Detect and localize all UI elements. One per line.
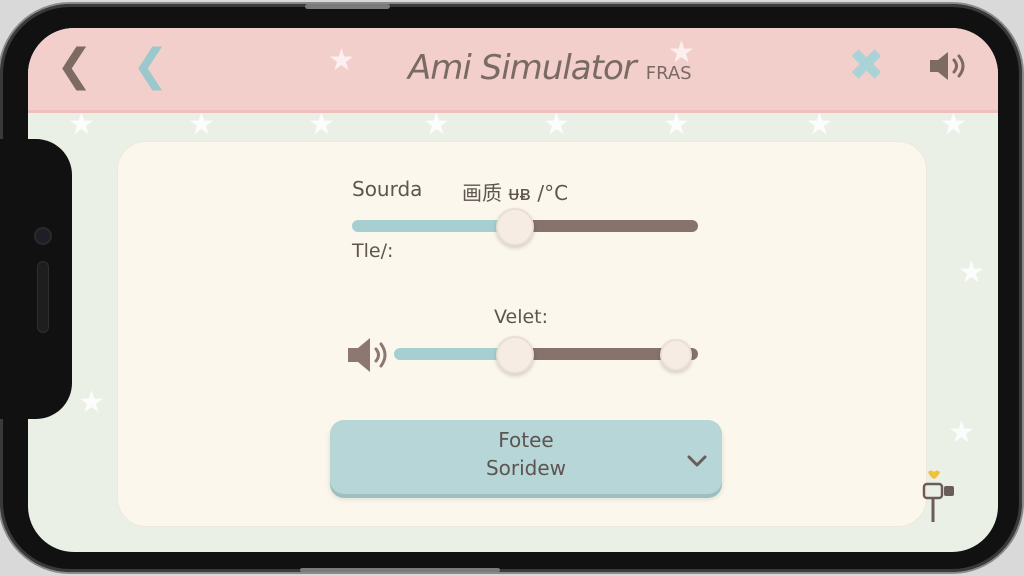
chevron-down-icon xyxy=(687,455,707,467)
chevron-left-icon[interactable]: ❮ xyxy=(56,44,93,88)
star-decoration: ★ xyxy=(663,107,690,142)
star-decoration: ★ xyxy=(543,107,570,142)
quality-label: 画质 ᵾᴃ /°C xyxy=(462,181,569,205)
slider-knob-end[interactable] xyxy=(660,339,692,371)
star-decoration: ★ xyxy=(328,43,355,78)
slider-knob[interactable] xyxy=(496,336,534,374)
app-screen: ★ ★ ★ ★ ★ ★ ★ ★ ★ ★ ★ ★ ★ ❮ ❮ Ami Simula… xyxy=(28,28,998,552)
earpiece-speaker xyxy=(38,262,48,332)
tie-label: Tle/: xyxy=(352,240,394,262)
star-decoration: ★ xyxy=(958,255,985,290)
speaker-icon[interactable] xyxy=(928,48,970,92)
source-label: Sourda xyxy=(352,177,423,201)
settings-panel: Sourda 画质 ᵾᴃ /°C Tle/: Velet: Fotee Sori… xyxy=(118,142,926,526)
dropdown-label: Fotee xyxy=(498,428,554,452)
volume-button xyxy=(300,568,500,572)
slider-knob[interactable] xyxy=(496,208,534,246)
star-decoration: ★ xyxy=(188,107,215,142)
title-suffix: FRAS xyxy=(645,63,692,84)
chevron-left-icon[interactable]: ❮ xyxy=(132,44,169,88)
mode-dropdown[interactable]: Fotee Soridew xyxy=(330,420,722,494)
camera-icon xyxy=(36,229,50,243)
dropdown-value: Soridew xyxy=(485,456,567,480)
speaker-icon xyxy=(346,336,394,378)
star-decoration: ★ xyxy=(948,415,975,450)
phone-frame: ★ ★ ★ ★ ★ ★ ★ ★ ★ ★ ★ ★ ★ ❮ ❮ Ami Simula… xyxy=(0,4,1022,572)
page-title: Ami Simulator FRAS xyxy=(408,48,692,88)
app-header: ★ ★ ❮ ❮ Ami Simulator FRAS ✖ xyxy=(28,28,998,113)
star-decoration: ★ xyxy=(806,107,833,142)
star-decoration: ★ xyxy=(308,107,335,142)
star-decoration: ★ xyxy=(68,107,95,142)
camera-stand-icon[interactable] xyxy=(918,468,958,530)
velet-label: Velet: xyxy=(494,306,549,328)
power-button xyxy=(305,4,390,9)
title-text: Ami Simulator xyxy=(408,48,637,88)
star-decoration: ★ xyxy=(78,385,105,420)
slider-track-remaining xyxy=(522,220,698,232)
camera-notch xyxy=(0,139,72,419)
close-icon[interactable]: ✖ xyxy=(848,44,885,88)
star-decoration: ★ xyxy=(940,107,967,142)
star-decoration: ★ xyxy=(423,107,450,142)
